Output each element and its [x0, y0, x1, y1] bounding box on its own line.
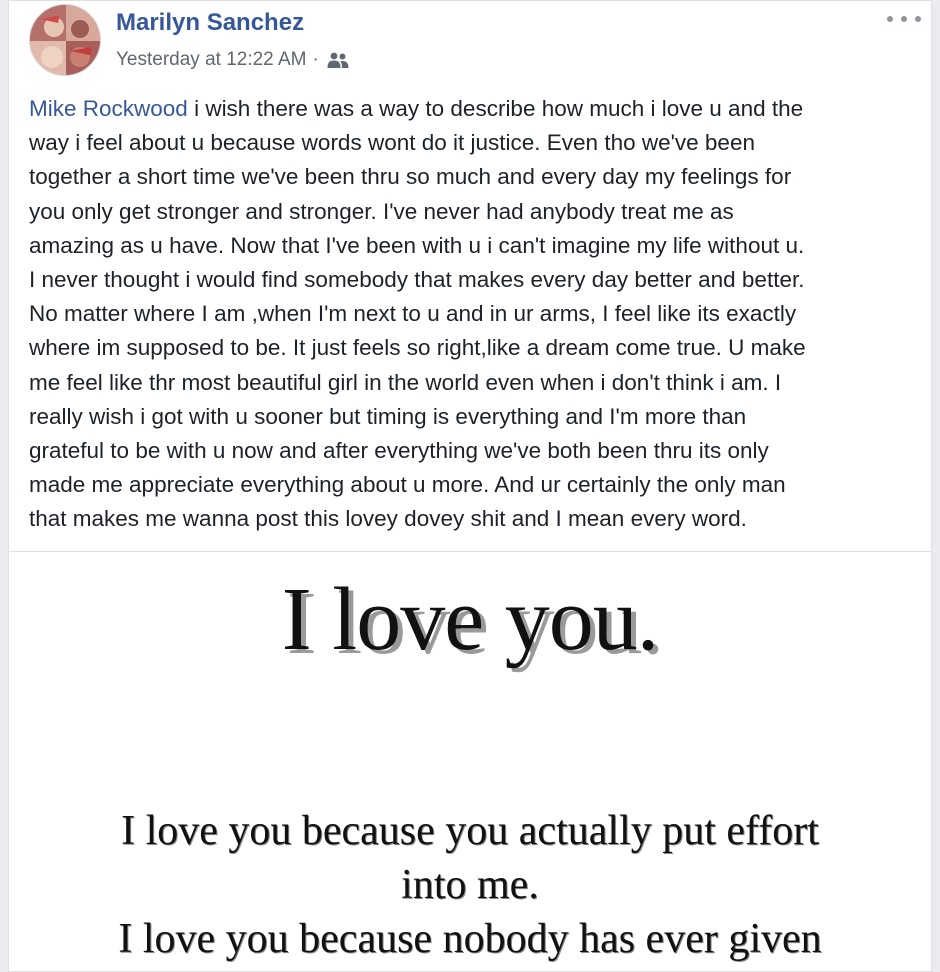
post-text-line: made me appreciate everything about u mo…: [29, 472, 786, 498]
friends-icon[interactable]: [326, 51, 350, 69]
meta-separator: ·: [312, 49, 319, 70]
post-text-line: way i feel about u because words wont do…: [29, 130, 755, 156]
more-dot: [901, 16, 907, 22]
more-dot: [915, 16, 921, 22]
post-text-line: grateful to be with u now and after ever…: [29, 438, 769, 464]
post-meta: Yesterday at 12:22 AM ·: [116, 46, 350, 74]
more-dot: [887, 16, 893, 22]
post-text-segment: i wish there was a way to describe how m…: [187, 96, 804, 121]
post-text-line: Mike Rockwood i wish there was a way to …: [29, 92, 919, 126]
post-text-line: me feel like thr most beautiful girl in …: [29, 369, 782, 395]
image-headline: I love you.: [281, 570, 659, 669]
post-text-line: No matter where I am ,when I'm next to u…: [29, 301, 797, 327]
post-text-line: that makes me wanna post this lovey dove…: [29, 506, 747, 532]
image-body-line: into me.: [401, 862, 539, 908]
post-text-line: amazing as u have. Now that I've been wi…: [29, 232, 805, 258]
image-body-line: I love you because you actually put effo…: [121, 808, 819, 854]
post-text-line: together a short time we've been thru so…: [29, 164, 792, 190]
post-text: Mike Rockwood i wish there was a way to …: [29, 92, 919, 537]
post-image[interactable]: I love you. I love you because you actua…: [9, 552, 931, 971]
avatar[interactable]: [29, 4, 101, 76]
image-body: I love you because you actually put effo…: [9, 804, 931, 966]
post-text-line: really wish i got with u sooner but timi…: [29, 403, 747, 429]
post-text-line: where im supposed to be. It just feels s…: [29, 335, 806, 361]
image-body-line: I love you because nobody has ever given: [118, 916, 822, 962]
author-name[interactable]: Marilyn Sanchez: [116, 9, 304, 37]
post-header: Marilyn Sanchez Yesterday at 12:22 AM ·: [9, 1, 931, 91]
post-text-line: you only get stronger and stronger. I've…: [29, 198, 734, 224]
more-options-icon[interactable]: [887, 7, 921, 31]
post-timestamp[interactable]: Yesterday at 12:22 AM: [116, 49, 306, 71]
mention-link[interactable]: Mike Rockwood: [29, 96, 188, 121]
post-card: Marilyn Sanchez Yesterday at 12:22 AM · …: [8, 0, 932, 972]
post-text-line: I never thought i would find somebody th…: [29, 267, 805, 293]
